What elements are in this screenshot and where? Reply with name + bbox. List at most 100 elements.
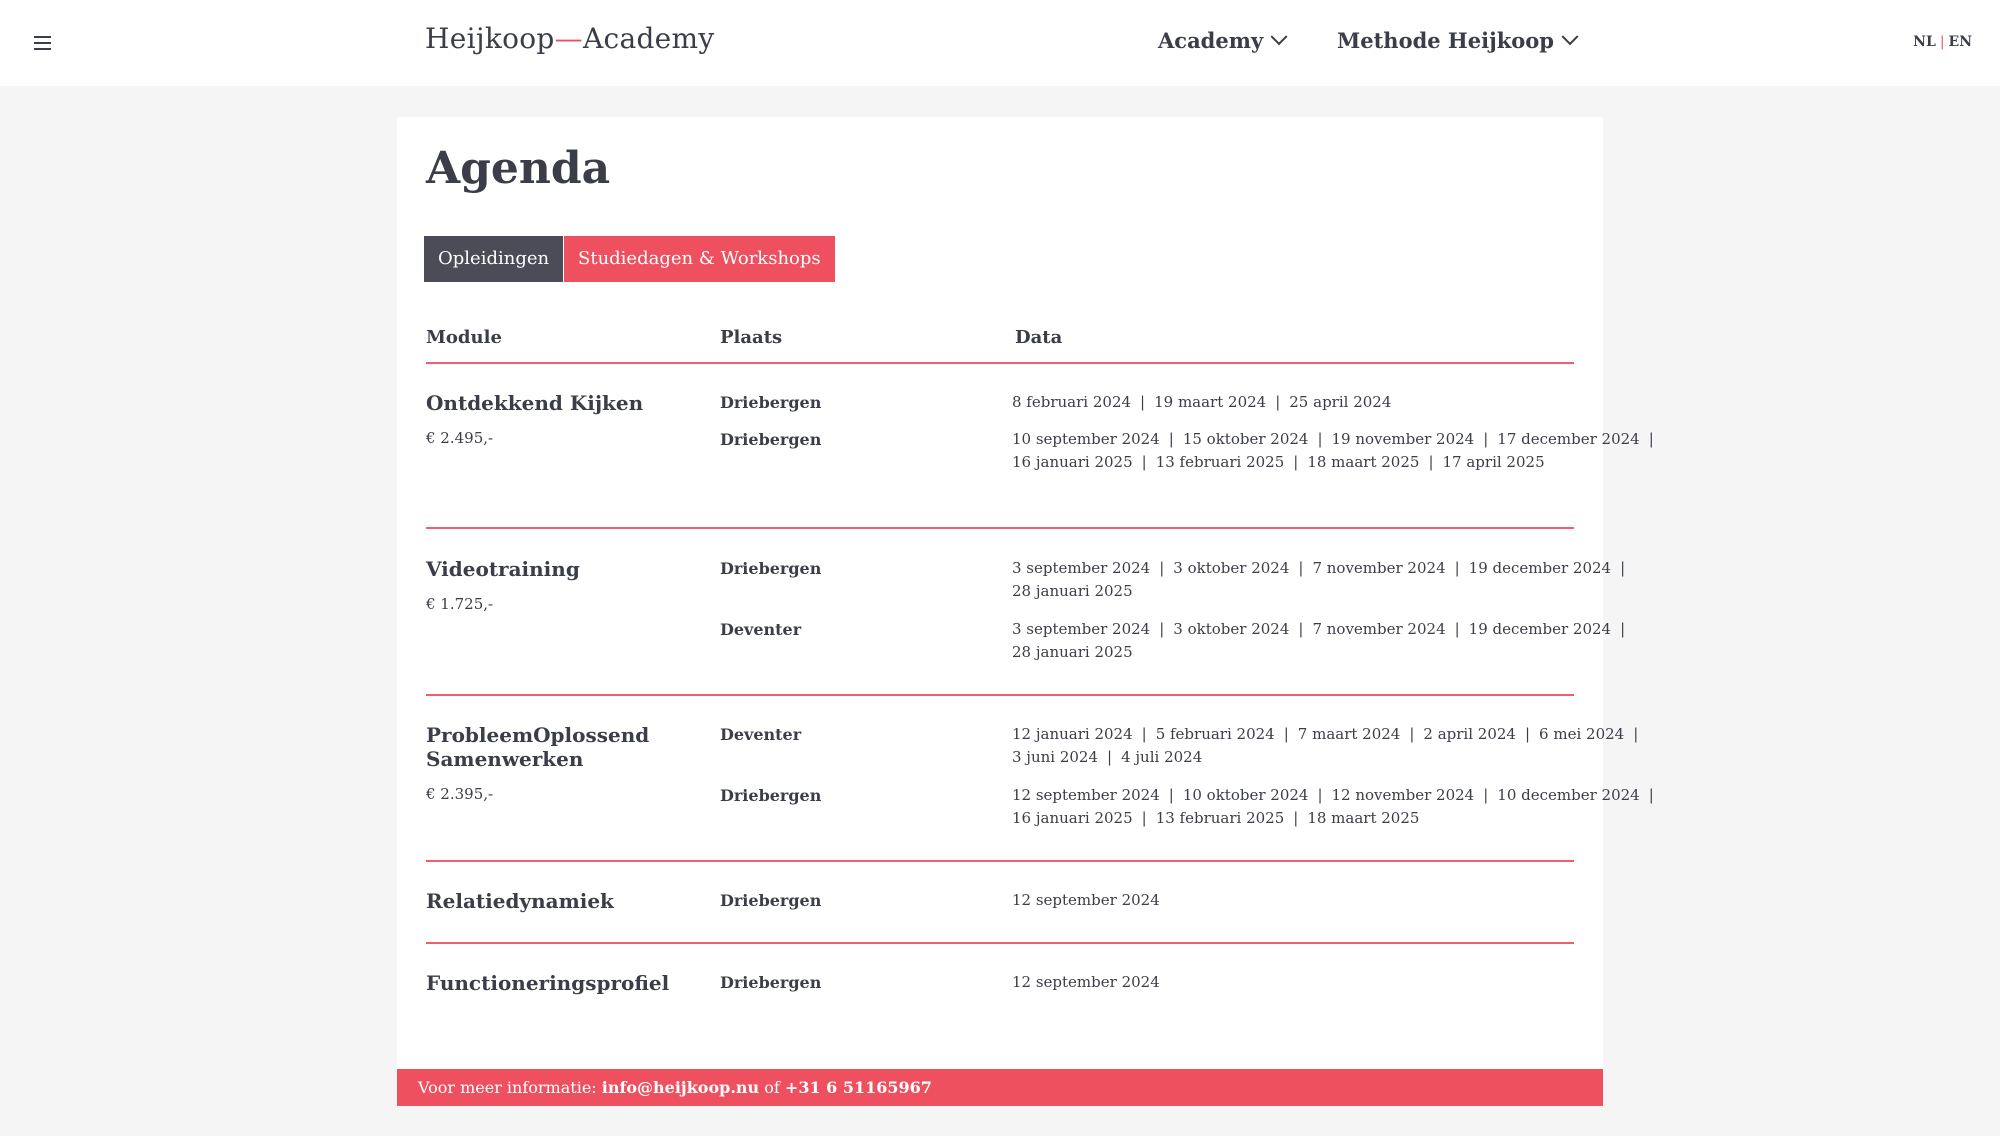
place-name: Driebergen	[720, 430, 822, 449]
date-item: 28 januari 2025	[1012, 643, 1133, 661]
language-switcher: NL | EN	[1913, 34, 1972, 50]
date-item: 16 januari 2025	[1012, 453, 1133, 471]
date-item: 15 oktober 2024	[1182, 430, 1309, 448]
date-separator: |	[1141, 809, 1147, 827]
module-title[interactable]: Relatiedynamiek	[426, 889, 686, 913]
date-list: 3 september 2024 | 3 oktober 2024 | 7 novemb…	[1012, 618, 1625, 664]
date-separator: |	[1275, 393, 1281, 411]
date-separator: |	[1483, 430, 1489, 448]
footer-phone-link[interactable]: +31 6 51165967	[785, 1078, 932, 1097]
tab-studiedagen-workshops[interactable]: Studiedagen & Workshops	[564, 236, 835, 282]
date-item: 12 september 2024	[1012, 786, 1160, 804]
date-item: 12 september 2024	[1012, 891, 1160, 909]
date-item: 25 april 2024	[1289, 393, 1392, 411]
place-name: Driebergen	[720, 891, 822, 910]
page-title: Agenda	[426, 143, 611, 194]
date-separator: |	[1298, 620, 1304, 638]
footer-prefix: Voor meer informatie:	[418, 1078, 602, 1097]
date-item: 4 juli 2024	[1121, 748, 1203, 766]
date-separator: |	[1293, 453, 1299, 471]
date-separator: |	[1648, 786, 1654, 804]
date-separator: |	[1141, 453, 1147, 471]
date-item: 10 december 2024	[1497, 786, 1640, 804]
date-item: 8 februari 2024	[1012, 393, 1132, 411]
lang-nl-link[interactable]: NL	[1913, 34, 1936, 50]
footer-middle: of	[759, 1078, 785, 1097]
column-header-plaats: Plaats	[720, 327, 783, 348]
tab-opleidingen[interactable]: Opleidingen	[424, 236, 564, 282]
date-separator: |	[1620, 620, 1626, 638]
date-item: 13 februari 2025	[1155, 453, 1285, 471]
module-title[interactable]: Videotraining	[426, 557, 686, 581]
nav-methode-label: Methode Heijkoop	[1337, 28, 1554, 53]
date-item: 13 februari 2025	[1155, 809, 1285, 827]
date-separator: |	[1168, 786, 1174, 804]
place-name: Driebergen	[720, 973, 822, 992]
place-name: Driebergen	[720, 393, 822, 412]
date-separator: |	[1409, 725, 1415, 743]
chevron-down-icon	[1561, 27, 1579, 45]
logo-right: Academy	[582, 22, 715, 55]
lang-en-link[interactable]: EN	[1949, 34, 1972, 50]
date-separator: |	[1283, 725, 1289, 743]
date-separator: |	[1317, 786, 1323, 804]
date-list: 3 september 2024 | 3 oktober 2024 | 7 novemb…	[1012, 557, 1625, 603]
date-separator: |	[1524, 725, 1531, 743]
date-separator: |	[1648, 430, 1654, 448]
column-header-module: Module	[426, 327, 502, 348]
date-item: 3 september 2024	[1012, 559, 1151, 577]
module-price: € 2.495,-	[426, 429, 494, 447]
date-separator: |	[1620, 559, 1626, 577]
date-separator: |	[1140, 393, 1146, 411]
logo-dash: —	[554, 22, 583, 55]
date-item: 3 juni 2024	[1012, 748, 1099, 766]
date-item: 16 januari 2025	[1012, 809, 1133, 827]
module-title[interactable]: Functioneringsprofiel	[426, 971, 686, 995]
date-list: 10 september 2024 | 15 oktober 2024 | 19 nov…	[1012, 428, 1654, 474]
logo-left: Heijkoop	[425, 22, 555, 55]
module-price: € 2.395,-	[426, 785, 494, 803]
chevron-down-icon	[1270, 27, 1288, 45]
lang-separator: |	[1939, 34, 1945, 50]
nav-methode-heijkoop[interactable]: Methode Heijkoop	[1337, 27, 1579, 53]
date-item: 7 maart 2024	[1297, 725, 1401, 743]
date-item: 19 november 2024	[1331, 430, 1475, 448]
module-price: € 1.725,-	[426, 595, 494, 613]
module-title[interactable]: Ontdekkend Kijken	[426, 391, 686, 415]
date-item: 3 september 2024	[1012, 620, 1151, 638]
module-title[interactable]: ProbleemOplossend Samenwerken	[426, 723, 686, 771]
date-item: 12 januari 2024	[1012, 725, 1133, 743]
date-list: 12 september 2024 | 10 oktober 2024 | 12 nov…	[1012, 784, 1654, 830]
row-divider	[426, 694, 1574, 696]
date-item: 5 februari 2024	[1155, 725, 1275, 743]
nav-academy-label: Academy	[1158, 28, 1264, 53]
date-item: 10 september 2024	[1012, 430, 1160, 448]
place-name: Deventer	[720, 620, 802, 639]
date-item: 17 december 2024	[1497, 430, 1640, 448]
date-item: 10 oktober 2024	[1182, 786, 1309, 804]
nav-academy[interactable]: Academy	[1158, 27, 1288, 53]
date-item: 19 december 2024	[1468, 559, 1612, 577]
place-name: Driebergen	[720, 559, 822, 578]
info-footer-bar: Voor meer informatie: info@heijkoop.nu o…	[397, 1069, 1603, 1106]
date-item: 19 maart 2024	[1154, 393, 1267, 411]
menu-icon[interactable]	[34, 36, 51, 50]
date-item: 7 november 2024	[1312, 620, 1446, 638]
column-header-data: Data	[1015, 327, 1063, 348]
date-item: 12 november 2024	[1331, 786, 1475, 804]
place-name: Deventer	[720, 725, 802, 744]
date-separator: |	[1141, 725, 1147, 743]
site-header: Heijkoop—Academy Academy Methode Heijkoo…	[0, 0, 2000, 86]
header-divider	[426, 362, 1574, 364]
place-name: Driebergen	[720, 786, 822, 805]
date-item: 19 december 2024	[1468, 620, 1612, 638]
date-item: 18 maart 2025	[1307, 453, 1420, 471]
date-item: 6 mei 2024	[1539, 725, 1625, 743]
date-separator: |	[1159, 559, 1165, 577]
logo[interactable]: Heijkoop—Academy	[425, 22, 715, 55]
date-item: 3 oktober 2024	[1173, 620, 1290, 638]
date-separator: |	[1107, 748, 1113, 766]
footer-email-link[interactable]: info@heijkoop.nu	[602, 1078, 759, 1097]
date-separator: |	[1633, 725, 1639, 743]
row-divider	[426, 942, 1574, 944]
